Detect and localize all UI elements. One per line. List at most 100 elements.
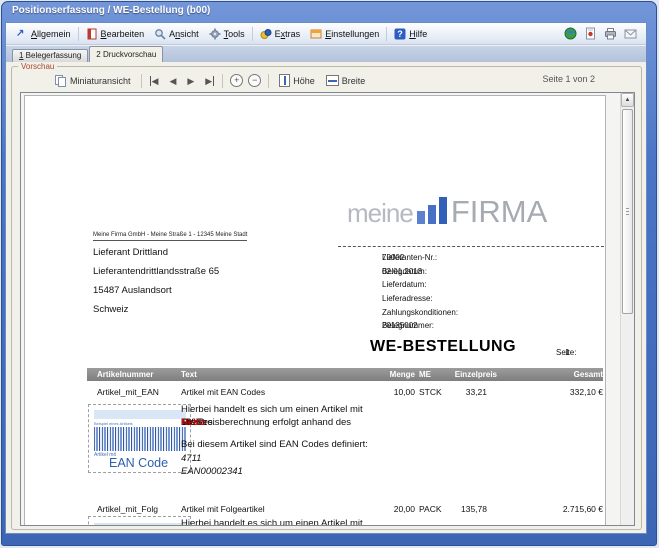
magnifier-icon xyxy=(154,28,166,40)
menu-extras[interactable]: Extras xyxy=(255,26,306,42)
menu-separator xyxy=(252,27,253,41)
tab-druckvorschau[interactable]: 2 Druckvorschau xyxy=(89,46,163,62)
recipient-street: Lieferantendrittlandsstraße 65 xyxy=(93,262,219,281)
previous-page-button[interactable]: ◀ xyxy=(166,74,179,88)
barcode-label: EAN Code xyxy=(109,456,168,470)
pdf-document-icon[interactable] xyxy=(584,27,597,40)
extras-icon xyxy=(260,28,272,40)
col-einzelpreis: Einzelpreis xyxy=(427,370,497,379)
menu-label: Allgemein xyxy=(31,29,71,39)
col-menge: Menge xyxy=(367,370,415,379)
recipient-city: 15487 Auslandsort xyxy=(93,281,219,300)
toolbar-separator xyxy=(268,74,269,88)
recipient-address: Lieferant Drittland Lieferantendrittland… xyxy=(93,243,219,319)
export-globe-icon[interactable] xyxy=(564,27,577,40)
article-description-partial: Hierbei handelt es sich um einen Artikel… xyxy=(181,518,363,526)
logo-word-meine: meine xyxy=(347,200,413,226)
info-value: 20135002 xyxy=(382,321,418,330)
scrollbar-grip xyxy=(626,208,629,216)
gear-icon xyxy=(209,28,221,40)
last-page-button[interactable]: ▶ xyxy=(202,74,215,88)
ean-code-value: 4711 xyxy=(181,452,441,465)
first-page-button[interactable]: ◀ xyxy=(149,74,162,88)
menu-label: Ansicht xyxy=(169,29,199,39)
menu-einstellungen[interactable]: Einstellungen xyxy=(305,26,384,42)
barcode-header-bar xyxy=(94,523,186,526)
recipient-country: Schweiz xyxy=(93,300,219,319)
desc-line: Hierbei handelt es sich um einen Artikel… xyxy=(181,403,441,416)
cell-einzelpreis: 135,78 xyxy=(417,504,487,514)
info-divider xyxy=(338,246,604,247)
scrollbar-thumb[interactable] xyxy=(622,109,633,314)
thumbnails-icon xyxy=(55,75,67,87)
printer-icon[interactable] xyxy=(604,27,617,40)
cell-text: Artikel mit Folgeartikel xyxy=(181,504,265,514)
info-label: Lieferadresse: xyxy=(382,294,463,303)
fit-height-button[interactable]: Höhe xyxy=(276,73,318,88)
ean-barcode-box-partial xyxy=(88,516,191,526)
cell-menge: 20,00 xyxy=(367,504,415,514)
menu-hilfe[interactable]: ? Hilfe xyxy=(389,26,432,42)
tabstrip: 1 Belegerfassung 2 Druckvorschau xyxy=(6,46,646,62)
cell-einzelpreis: 33,21 xyxy=(417,387,487,397)
menu-separator xyxy=(386,27,387,41)
help-icon: ? xyxy=(394,28,406,40)
info-value: 70002 xyxy=(382,253,404,262)
logo-bars-icon xyxy=(417,197,447,226)
preview-viewport: meine FIRMA Meine Firma GmbH - Meine Str… xyxy=(20,92,635,526)
menubar: ↗ Allgemein Bearbeiten Ansicht T xyxy=(6,23,646,45)
menu-allgemein[interactable]: ↗ Allgemein xyxy=(11,26,76,42)
desc-line: Bei diesem Artikel sind EAN Codes defini… xyxy=(181,438,441,451)
fit-height-label: Höhe xyxy=(293,76,315,86)
zoom-in-button[interactable]: + xyxy=(230,74,243,87)
desc-gap xyxy=(181,429,441,438)
tab-belegerfassung[interactable]: 1 Belegerfassung xyxy=(12,49,88,62)
next-page-button[interactable]: ▶ xyxy=(184,74,197,88)
sender-line: Meine Firma GmbH - Meine Straße 1 - 1234… xyxy=(93,232,247,241)
scroll-up-button[interactable]: ▲ xyxy=(621,93,634,107)
mail-icon[interactable] xyxy=(624,27,637,40)
menu-label: Einstellungen xyxy=(325,29,379,39)
menu-tools[interactable]: Tools xyxy=(204,26,250,42)
page-indicator: Seite 1 von 2 xyxy=(542,74,595,84)
vertical-scrollbar[interactable]: ▲ xyxy=(620,93,634,525)
window-body: ↗ Allgemein Bearbeiten Ansicht T xyxy=(5,22,647,534)
window-title: Positionserfassung / WE-Bestellung (b00) xyxy=(2,2,656,21)
menu-ansicht[interactable]: Ansicht xyxy=(149,26,204,42)
thumbnail-view-button[interactable]: Miniaturansicht xyxy=(52,74,134,88)
fit-width-icon xyxy=(326,75,339,86)
article-description: Hierbei handelt es sich um einen Artikel… xyxy=(181,403,441,478)
cell-artikelnummer: Artikel_mit_Folg xyxy=(97,504,158,514)
zoom-out-button[interactable]: − xyxy=(248,74,261,87)
menu-label: Tools xyxy=(224,29,245,39)
document-info-block: Lieferanten-Nr.:70002 Belegdatum:02.01.2… xyxy=(382,251,604,333)
toolbar-separator xyxy=(222,74,223,88)
logo-word-firma: FIRMA xyxy=(451,197,547,226)
barcode-icon xyxy=(94,427,187,451)
info-label: Lieferdatum: xyxy=(382,280,463,289)
arrow-ne-icon: ↗ xyxy=(16,28,28,40)
groupbox-label: Vorschau xyxy=(18,62,57,71)
fit-width-label: Breite xyxy=(342,76,366,86)
cell-gesamt: 332,10 € xyxy=(513,387,603,397)
menu-label: Extras xyxy=(275,29,301,39)
edit-notebook-icon xyxy=(86,28,98,40)
ean-barcode-box: Beispiel eines Artikels Artikel mit EAN … xyxy=(88,404,191,473)
menu-separator xyxy=(78,27,79,41)
ean-code-value: EAN00002341 xyxy=(181,465,441,478)
document-title: WE-BESTELLUNG xyxy=(370,338,516,356)
company-logo: meine FIRMA xyxy=(347,178,547,226)
app-window: Positionserfassung / WE-Bestellung (b00)… xyxy=(1,1,657,546)
col-text: Text xyxy=(181,370,197,379)
fit-height-icon xyxy=(279,74,290,87)
recipient-name: Lieferant Drittland xyxy=(93,243,219,262)
settings-panel-icon xyxy=(310,28,322,40)
toolbar-separator xyxy=(141,74,142,88)
barcode-header-bar xyxy=(94,410,186,419)
menu-bearbeiten[interactable]: Bearbeiten xyxy=(81,26,150,42)
fit-width-button[interactable]: Breite xyxy=(323,74,369,87)
content-panel: Vorschau Miniaturansicht ◀ ◀ ▶ ▶ + − xyxy=(6,62,646,533)
preview-toolbar: Miniaturansicht ◀ ◀ ▶ ▶ + − Höhe xyxy=(52,71,368,90)
svg-text:?: ? xyxy=(398,29,404,39)
menu-label: Bearbeiten xyxy=(101,29,145,39)
